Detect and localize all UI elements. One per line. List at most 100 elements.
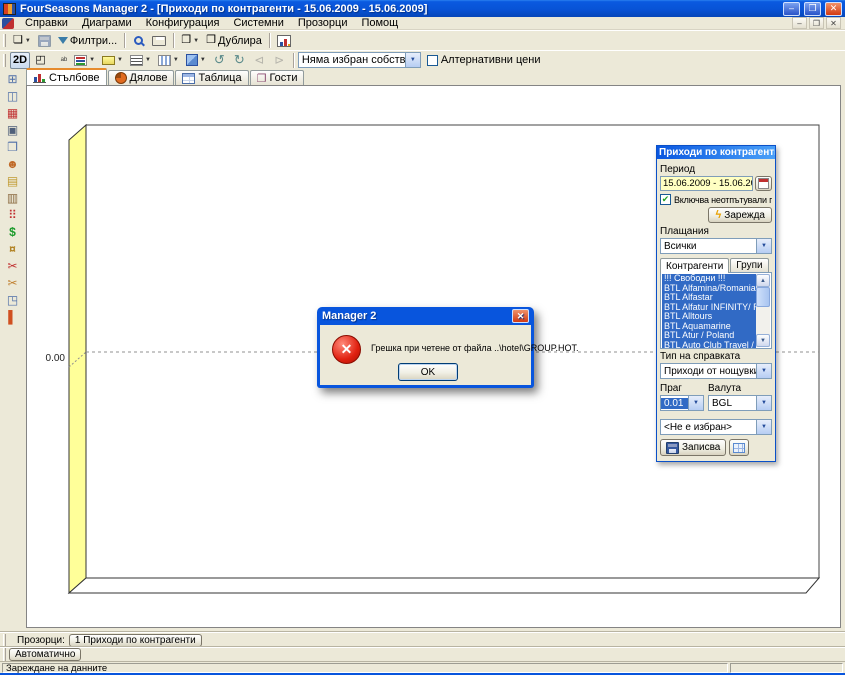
rotate-ccw-button[interactable]: ↺ (210, 52, 229, 69)
tab-guests[interactable]: ❐ Гости (250, 70, 305, 85)
owner-combobox[interactable]: Няма избран собственици ▼ (298, 52, 421, 68)
threshold-combobox[interactable]: 0.01 ▼ (660, 395, 704, 411)
guests-icon[interactable]: ☻ (3, 156, 23, 172)
chart-export-button[interactable] (274, 32, 294, 49)
list-item[interactable]: BTL Auto Club Travel / Hunga (662, 341, 756, 350)
menu-spravki[interactable]: Справки (18, 17, 75, 30)
duplicate-button[interactable]: ❒ Дублира (203, 32, 265, 49)
menu-pomosht[interactable]: Помощ (354, 17, 405, 30)
currency-label: Валута (708, 383, 741, 394)
contractors-listbox[interactable]: !!! Свободни !!! BTL Alfamina/Romania BT… (660, 272, 772, 349)
window-1-button[interactable]: 1 Приходи по контрагенти (69, 634, 202, 647)
combo-arrow-icon[interactable]: ▼ (688, 396, 703, 410)
mdi-close-button[interactable]: ✕ (826, 17, 841, 29)
list-item[interactable]: !!! Свободни !!! (662, 274, 756, 284)
combo-arrow-icon[interactable]: ▼ (405, 53, 420, 67)
mode-2d-button[interactable]: 2D (10, 52, 30, 69)
panel-title-bar[interactable]: Приходи по контрагенти ✕ (657, 146, 775, 159)
alt-prices-checkbox[interactable] (427, 55, 438, 66)
report-type-combobox[interactable]: Приходи от нощувки ▼ (660, 363, 772, 379)
save-button[interactable] (35, 32, 54, 49)
scrollbar-thumb[interactable] (756, 287, 770, 307)
menu-diagrami[interactable]: Диаграми (75, 17, 139, 30)
rotate-chart-button[interactable]: ◰ (31, 52, 50, 69)
chart-report-icon[interactable]: ▦ (3, 105, 23, 121)
listbox-scrollbar[interactable]: ▲ ▼ (756, 274, 770, 347)
toolbar-grip[interactable] (3, 34, 6, 47)
mdi-restore-button[interactable]: ❐ (809, 17, 824, 29)
menu-prozorci[interactable]: Прозорци (291, 17, 355, 30)
rotate-cw-button[interactable]: ↻ (230, 52, 249, 69)
export-window-icon[interactable]: ◫ (3, 88, 23, 104)
combo-arrow-icon[interactable]: ▼ (756, 364, 771, 378)
grid-settings-button[interactable] (729, 439, 749, 456)
scroll-up-icon[interactable]: ▲ (756, 274, 770, 287)
windows-layout-icon[interactable]: ⊞ (3, 71, 23, 87)
toolbar-grip[interactable] (3, 648, 6, 661)
dialog-close-icon[interactable]: ✕ (512, 309, 529, 323)
calculator-icon[interactable]: ▣ (3, 122, 23, 138)
list-item[interactable]: BTL Alfatur INFINITY/ Romani (662, 303, 756, 313)
folders-icon[interactable]: ▤ (3, 173, 23, 189)
restore-button[interactable]: ❐ (804, 2, 821, 16)
duplicate-icon: ❒ (206, 35, 216, 46)
menu-konfiguracia[interactable]: Конфигурация (139, 17, 227, 30)
combo-arrow-icon[interactable]: ▼ (756, 239, 771, 253)
cut-rooms-icon[interactable]: ✂ (3, 258, 23, 274)
nav-back-button[interactable]: ⊲ (250, 52, 269, 69)
tab-pie[interactable]: Дялове (108, 70, 175, 85)
filters-button[interactable]: Филтри... (55, 32, 120, 49)
tab-contractors[interactable]: Контрагенти (660, 258, 729, 273)
minimize-button[interactable]: – (783, 2, 800, 16)
payments-icon[interactable]: ¤ (3, 241, 23, 257)
ok-button[interactable]: OK (398, 363, 458, 381)
list-item[interactable]: BTL Alltours (662, 312, 756, 322)
vertical-gridlines-button[interactable]: ▼ (155, 52, 182, 69)
tab-groups[interactable]: Групи (730, 258, 768, 272)
period-input[interactable]: 15.06.2009 - 15.06.2009 (660, 176, 753, 191)
occupancy-grid-icon[interactable]: ⠿ (3, 207, 23, 223)
save-report-button[interactable]: Записва (660, 439, 726, 456)
tab-bars[interactable]: Стълбове (26, 68, 107, 85)
new-report-button[interactable]: ❏ ▼ (10, 32, 34, 49)
cut-price-icon[interactable]: ✂ (3, 275, 23, 291)
stats-icon[interactable]: ▌ (3, 309, 23, 325)
mdi-minimize-button[interactable]: – (792, 17, 807, 29)
print-preview-button[interactable] (129, 32, 148, 49)
menu-sistemni[interactable]: Системни (226, 17, 290, 30)
toolbar-grip[interactable] (3, 54, 6, 67)
horizontal-gridlines-button[interactable]: ▼ (127, 52, 154, 69)
toolbar-grip[interactable] (3, 634, 6, 647)
combo-arrow-icon[interactable]: ▼ (756, 396, 771, 410)
bar-labels-button[interactable]: ab (51, 52, 70, 69)
list-item[interactable]: BTL Atur / Poland (662, 331, 756, 341)
list-item[interactable]: BTL Aquamarine (662, 322, 756, 332)
copy-button[interactable]: ❐ ▼ (178, 32, 202, 49)
copy-window-icon[interactable]: ❐ (3, 139, 23, 155)
threshold-label: Праг (660, 383, 704, 394)
include-guests-checkbox[interactable]: ✔ (660, 194, 671, 205)
close-button[interactable]: ✕ (825, 2, 842, 16)
list-item[interactable]: BTL Alfastar (662, 293, 756, 303)
legend-button[interactable]: ▼ (71, 52, 98, 69)
marks-button[interactable]: ▼ (99, 52, 126, 69)
tab-table[interactable]: Таблица (175, 70, 248, 85)
payments-combobox[interactable]: Всички ▼ (660, 238, 772, 254)
load-button[interactable]: ϟ Зарежда (708, 207, 772, 223)
filters-label: Филтри... (70, 35, 117, 47)
calendar-button[interactable] (755, 176, 772, 191)
view-3d-button[interactable]: ▼ (183, 52, 209, 69)
currency-combobox[interactable]: BGL ▼ (708, 395, 772, 411)
currency-icon[interactable]: $ (3, 224, 23, 240)
list-item[interactable]: BTL Alfamina/Romania (662, 284, 756, 294)
auto-button[interactable]: Автоматично (9, 648, 81, 661)
title-bar: FourSeasons Manager 2 - [Приходи по конт… (0, 0, 845, 17)
dialog-title-bar[interactable]: Manager 2 ✕ (320, 307, 531, 325)
selection-combobox[interactable]: <Не е избран> ▼ (660, 419, 772, 435)
print-button[interactable] (149, 32, 169, 49)
ledger-icon[interactable]: ▥ (3, 190, 23, 206)
window-nav-icon[interactable]: ◳ (3, 292, 23, 308)
scroll-down-icon[interactable]: ▼ (756, 334, 770, 347)
combo-arrow-icon[interactable]: ▼ (756, 420, 771, 434)
nav-forward-button[interactable]: ⊳ (270, 52, 289, 69)
